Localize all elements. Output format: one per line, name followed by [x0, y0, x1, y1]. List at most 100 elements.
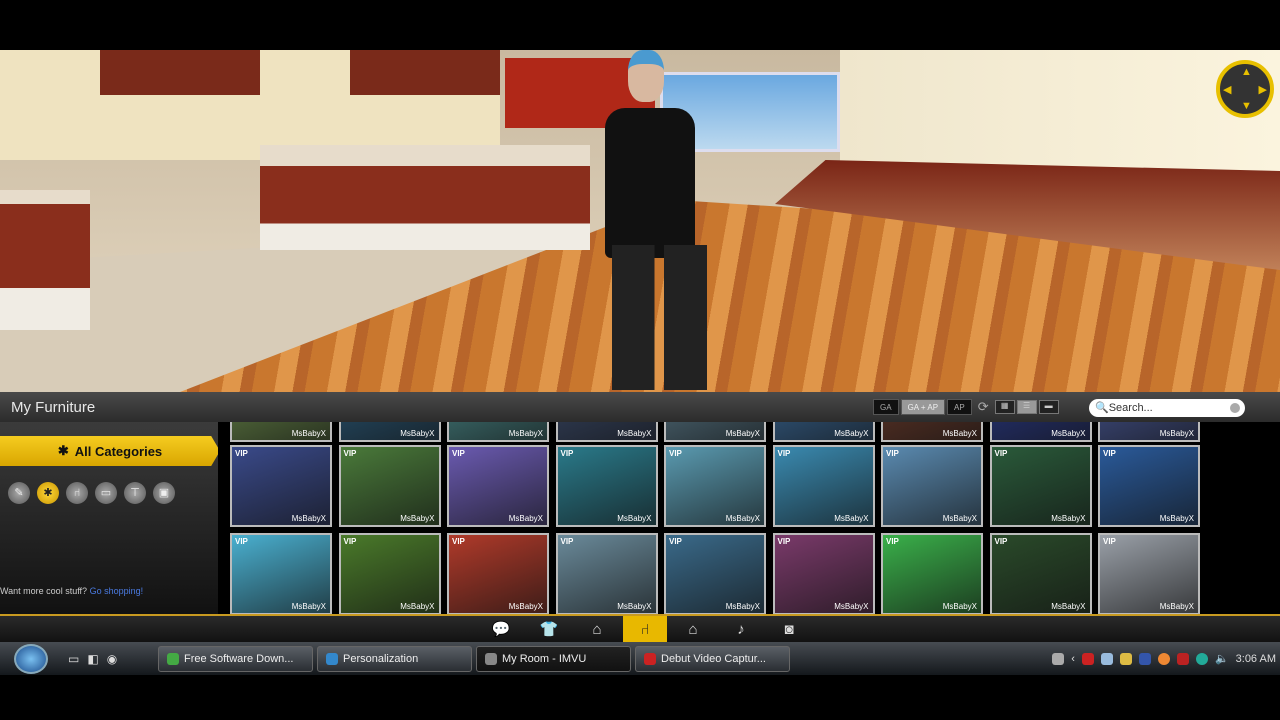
quick-launch: ▭ ◧ ◉ — [68, 652, 158, 666]
rating-ga-ap[interactable]: GA + AP — [900, 399, 946, 415]
vip-badge: VIP — [452, 537, 465, 546]
furniture-thumbnail[interactable]: VIP MsBabyX — [447, 533, 549, 615]
folder-icon[interactable] — [1119, 652, 1132, 665]
table-icon[interactable]: ⊤ — [124, 482, 146, 504]
furniture-thumbnail[interactable]: MsBabyX — [338, 422, 441, 442]
grid-view-icon[interactable]: ▦ — [994, 400, 1015, 414]
furniture-grid[interactable]: MsBabyX MsBabyX MsBabyX MsBabyX MsBabyX MsBab… — [218, 422, 1280, 615]
creator-label: MsBabyX — [1051, 429, 1086, 438]
tray-app-icon[interactable] — [1176, 652, 1189, 665]
home-icon[interactable]: ⌂ — [671, 616, 715, 643]
furniture-thumbnail[interactable]: VIP MsBabyX — [989, 533, 1092, 615]
clear-search-icon[interactable] — [1230, 403, 1240, 413]
furniture-thumbnail[interactable]: VIP MsBabyX — [555, 533, 658, 615]
start-button[interactable] — [14, 643, 48, 674]
furniture-thumbnail[interactable]: VIP MsBabyX — [230, 445, 332, 527]
tray-app-icon[interactable] — [1100, 652, 1113, 665]
refresh-icon[interactable]: ⟳ — [978, 399, 989, 415]
furniture-thumbnail[interactable]: VIP MsBabyX — [664, 533, 766, 615]
switch-windows-icon[interactable]: ◧ — [87, 652, 98, 666]
search-icon: 🔍 — [1095, 402, 1109, 414]
tag-icon[interactable]: ✎ — [8, 482, 30, 504]
taskbar-item[interactable]: Debut Video Captur... — [635, 645, 790, 672]
furniture-thumbnail[interactable]: MsBabyX — [447, 422, 549, 442]
creator-label: MsBabyX — [834, 429, 869, 438]
creator-label: MsBabyX — [834, 514, 869, 523]
star-icon[interactable]: ✱ — [37, 482, 59, 504]
furniture-thumbnail[interactable]: VIP MsBabyX — [989, 445, 1092, 527]
furniture-thumbnail[interactable]: VIP MsBabyX — [664, 445, 766, 527]
shirt-icon[interactable]: 👕 — [527, 616, 571, 643]
creator-label: MsBabyX — [1051, 602, 1086, 611]
list-view-icon[interactable]: ☰ — [1016, 400, 1037, 414]
camera-icon[interactable]: ◙ — [767, 616, 811, 643]
tray-app-icon[interactable] — [1157, 652, 1170, 665]
vip-badge: VIP — [343, 537, 357, 546]
furniture-thumbnail[interactable]: VIP MsBabyX — [881, 533, 983, 615]
creator-label: MsBabyX — [834, 602, 869, 611]
taskbar-item-label: My Room - IMVU — [502, 652, 587, 665]
furniture-thumbnail[interactable]: MsBabyX — [989, 422, 1092, 442]
furniture-thumbnail[interactable]: VIP MsBabyX — [1098, 533, 1200, 615]
furniture-thumbnail[interactable]: MsBabyX — [1098, 422, 1200, 442]
furniture-thumbnail[interactable]: VIP MsBabyX — [230, 533, 332, 615]
windows-taskbar: ▭ ◧ ◉ Free Software Down... Personalization… — [0, 642, 1280, 675]
search-input[interactable]: 🔍Search... — [1089, 399, 1245, 417]
rating-ga[interactable]: GA — [873, 399, 899, 415]
furniture-thumbnail[interactable]: MsBabyX — [881, 422, 983, 442]
furniture-thumbnail[interactable]: VIP MsBabyX — [881, 445, 983, 527]
rating-ap[interactable]: AP — [947, 399, 972, 415]
creator-label: MsBabyX — [291, 602, 326, 611]
all-categories-button[interactable]: ✱ All Categories — [0, 436, 220, 466]
desktop-icon[interactable]: ▭ — [68, 652, 79, 666]
furniture-thumbnail[interactable]: MsBabyX — [664, 422, 766, 442]
furniture-thumbnail[interactable]: MsBabyX — [555, 422, 658, 442]
kitchen-counter — [0, 190, 90, 330]
vip-badge: VIP — [994, 537, 1008, 546]
furniture-thumbnail[interactable]: VIP MsBabyX — [447, 445, 549, 527]
vip-badge: VIP — [560, 537, 574, 546]
bed-icon[interactable]: ▭ — [95, 482, 117, 504]
compact-view-icon[interactable]: ▬ — [1038, 400, 1059, 414]
vip-badge: VIP — [1103, 449, 1116, 458]
chat-icon[interactable]: 💬 — [479, 616, 523, 643]
chair-icon[interactable]: ⑁ — [66, 482, 88, 504]
cabinet-icon[interactable]: ▣ — [153, 482, 175, 504]
furniture-thumbnail[interactable]: MsBabyX — [230, 422, 332, 442]
vip-badge: VIP — [886, 537, 899, 546]
furniture-thumbnail[interactable]: VIP MsBabyX — [555, 445, 658, 527]
3d-room-view[interactable]: ▲ ▼ ◀ ▶ — [0, 50, 1280, 392]
hanger-icon[interactable]: ⌂ — [575, 616, 619, 643]
furniture-thumbnail[interactable]: VIP MsBabyX — [338, 533, 441, 615]
furniture-thumbnail[interactable]: VIP MsBabyX — [1098, 445, 1200, 527]
taskbar-item[interactable]: Personalization — [317, 645, 472, 672]
go-shopping-link[interactable]: Go shopping! — [90, 586, 144, 596]
taskbar-item[interactable]: My Room - IMVU — [476, 645, 631, 672]
taskbar-item-label: Debut Video Captur... — [661, 652, 766, 665]
furniture-thumbnail[interactable]: VIP MsBabyX — [772, 533, 875, 615]
clock[interactable]: 3:06 AM — [1236, 653, 1276, 665]
network-icon[interactable] — [1195, 652, 1208, 665]
creator-label: MsBabyX — [1159, 429, 1194, 438]
furniture-thumbnail[interactable]: VIP MsBabyX — [772, 445, 875, 527]
app-icon — [167, 652, 179, 665]
music-icon[interactable]: ♪ — [719, 616, 763, 643]
taskbar-item[interactable]: Free Software Down... — [158, 645, 313, 672]
volume-icon[interactable]: 🔈 — [1215, 652, 1229, 665]
avatar[interactable] — [605, 108, 695, 258]
furniture-thumbnail[interactable]: VIP MsBabyX — [338, 445, 441, 527]
creator-label: MsBabyX — [725, 514, 760, 523]
camera-nav-control[interactable]: ▲ ▼ ◀ ▶ — [1216, 60, 1274, 118]
chrome-icon[interactable]: ◉ — [107, 652, 117, 666]
tray-app-icon[interactable] — [1138, 652, 1151, 665]
chair-icon[interactable]: ⑁ — [623, 616, 667, 643]
vip-badge: VIP — [1103, 537, 1116, 546]
all-categories-label: All Categories — [74, 443, 163, 459]
keyboard-icon[interactable] — [1052, 652, 1065, 665]
panel-header: My Furniture — [0, 392, 1280, 422]
vip-badge: VIP — [235, 537, 248, 546]
furniture-thumbnail[interactable]: MsBabyX — [772, 422, 875, 442]
creator-label: MsBabyX — [942, 514, 977, 523]
chevron-left-icon[interactable]: ‹ — [1071, 653, 1075, 665]
tray-app-icon[interactable] — [1081, 652, 1094, 665]
